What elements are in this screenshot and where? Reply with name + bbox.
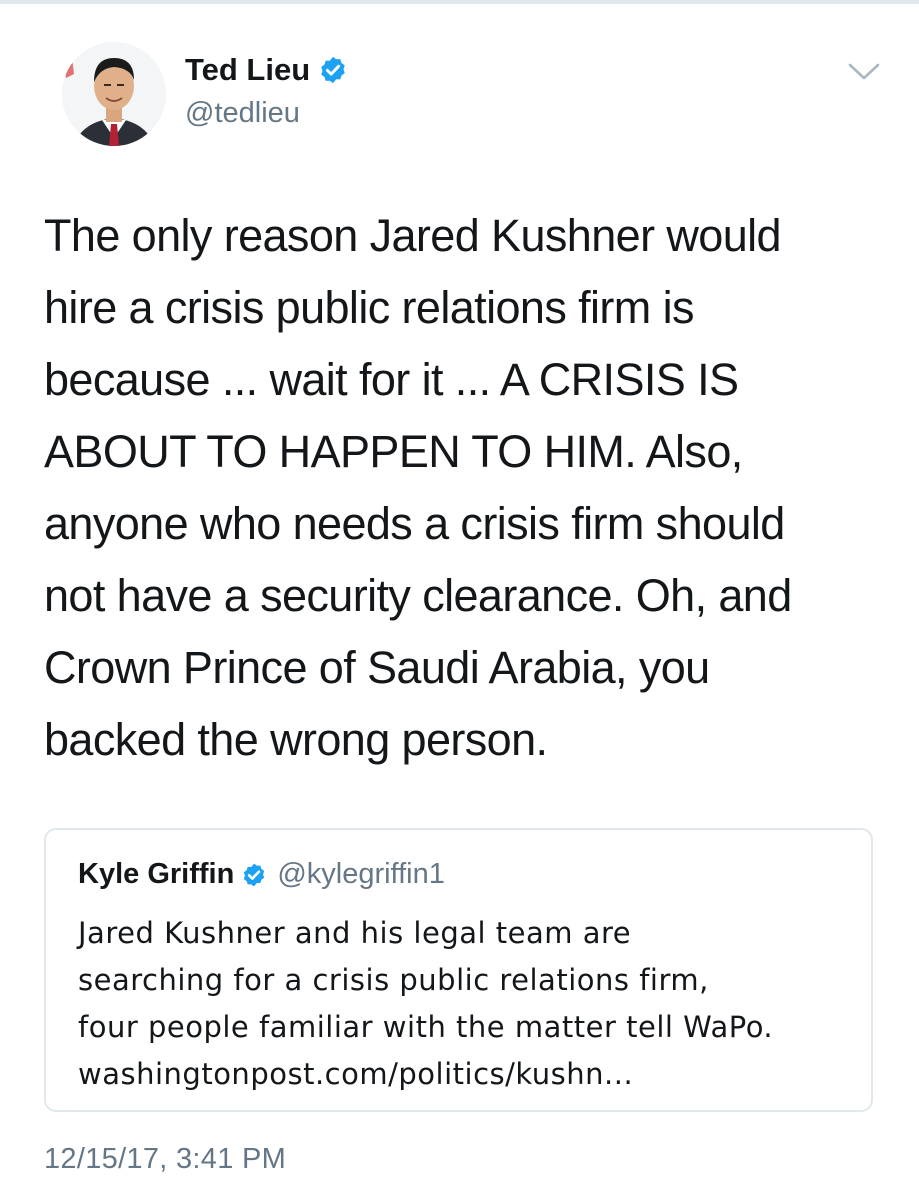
author-name-line: Ted Lieu [185, 52, 348, 88]
verified-badge-icon [318, 55, 348, 85]
author-display-name[interactable]: Ted Lieu [185, 52, 310, 88]
chevron-down-icon[interactable] [847, 60, 881, 84]
verified-badge-icon [241, 862, 267, 888]
quoted-tweet-text: Jared Kushner and his legal team are sea… [78, 916, 774, 1091]
quoted-tweet-header: Kyle Griffin @kylegriffin1 [78, 858, 445, 891]
quoted-author-display-name: Kyle Griffin [78, 858, 235, 890]
author-handle[interactable]: @tedlieu [185, 97, 300, 130]
avatar-image [62, 42, 166, 146]
tweet-header: Ted Lieu @tedlieu [48, 34, 888, 164]
top-divider [0, 0, 919, 4]
quoted-tweet-card[interactable]: Kyle Griffin @kylegriffin1 Jared Kushner… [44, 828, 873, 1112]
tweet-timestamp[interactable]: 12/15/17, 3:41 PM [44, 1143, 286, 1176]
tweet-text: The only reason Jared Kushner would hire… [44, 210, 792, 765]
avatar[interactable] [58, 34, 168, 152]
quoted-author-handle: @kylegriffin1 [277, 858, 445, 890]
